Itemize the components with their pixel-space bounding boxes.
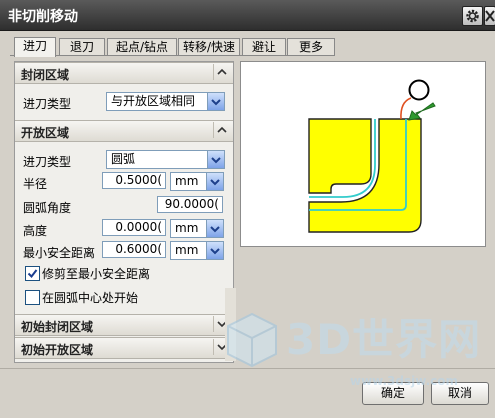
open-entry-type-row: 进刀类型 圆弧 [15, 150, 233, 170]
collapse-button[interactable] [213, 122, 230, 138]
title-bar: 非切削移动 [0, 0, 495, 31]
chevron-up-icon [217, 126, 227, 133]
height-input[interactable] [102, 219, 166, 236]
arc-center-checkbox[interactable] [25, 290, 40, 305]
section-title: 初始开放区域 [21, 343, 94, 357]
min-clearance-row: 最小安全距离 mm [15, 241, 233, 261]
select-value: 圆弧 [111, 152, 136, 166]
tab-underline [10, 55, 335, 56]
arc-angle-row: 圆弧角度 [15, 196, 233, 216]
tab-retract[interactable]: 退刀 [59, 38, 105, 56]
min-clearance-unit-select[interactable]: mm [170, 241, 224, 260]
chevron-down-icon [210, 179, 220, 186]
section-title: 封闭区域 [21, 68, 70, 82]
select-value: 与开放区域相同 [111, 94, 196, 108]
gear-icon [466, 9, 479, 23]
closed-entry-type-select[interactable]: 与开放区域相同 [106, 92, 225, 111]
tab-start-drill-points[interactable]: 起点/钻点 [107, 38, 177, 56]
closed-entry-type-row: 进刀类型 与开放区域相同 [15, 92, 233, 112]
collapse-button[interactable] [213, 64, 230, 80]
section-open-region[interactable]: 开放区域 [15, 120, 233, 142]
dropdown-button[interactable] [206, 242, 223, 259]
dropdown-button[interactable] [206, 173, 223, 190]
watermark: 3D世界网 www.3dsjw.com [200, 296, 495, 396]
tab-more[interactable]: 更多 [287, 38, 335, 56]
arc-angle-input[interactable] [157, 196, 223, 213]
chevron-down-icon [211, 99, 221, 106]
preview-image [240, 61, 486, 247]
height-unit-select[interactable]: mm [170, 219, 224, 238]
tab-avoidance[interactable]: 避让 [242, 38, 286, 56]
close-icon [485, 10, 495, 22]
tool-circle [408, 79, 430, 101]
entry-type-label: 进刀类型 [23, 155, 72, 169]
lead-in-arc [400, 97, 412, 120]
unit-value: mm [175, 243, 199, 257]
section-title: 开放区域 [21, 126, 70, 140]
min-clearance-input[interactable] [102, 241, 166, 258]
radius-row: 半径 mm [15, 172, 233, 192]
section-title: 初始封闭区域 [21, 320, 94, 334]
chevron-down-icon [211, 157, 221, 164]
chevron-up-icon [217, 68, 227, 75]
chevron-down-icon [210, 248, 220, 255]
part-region-small [308, 118, 372, 194]
dropdown-button[interactable] [207, 93, 224, 110]
radius-label: 半径 [23, 177, 48, 191]
height-row: 高度 mm [15, 219, 233, 239]
section-closed-region[interactable]: 封闭区域 [15, 62, 233, 84]
unit-value: mm [175, 174, 199, 188]
radius-unit-select[interactable]: mm [170, 172, 224, 191]
close-button[interactable] [484, 6, 495, 26]
height-label: 高度 [23, 224, 48, 238]
entry-type-label: 进刀类型 [23, 97, 72, 111]
dropdown-button[interactable] [207, 151, 224, 168]
arc-center-checkbox-label[interactable]: 在圆弧中心处开始 [42, 289, 138, 306]
window-title: 非切削移动 [8, 9, 78, 25]
trim-checkbox-label[interactable]: 修剪至最小安全距离 [42, 265, 150, 282]
dropdown-button[interactable] [206, 220, 223, 237]
open-entry-type-select[interactable]: 圆弧 [106, 150, 225, 169]
arc-entry-diagram [308, 79, 436, 233]
radius-input[interactable] [102, 172, 166, 189]
unit-value: mm [175, 221, 199, 235]
tab-transfer-rapid[interactable]: 转移/快速 [178, 38, 240, 56]
tab-engage[interactable]: 进刀 [14, 37, 56, 57]
settings-button[interactable] [462, 6, 483, 26]
watermark-brand: 3D世界网 [286, 315, 482, 364]
trim-checkbox[interactable] [25, 266, 40, 281]
chevron-down-icon [210, 226, 220, 233]
watermark-url: www.3dsjw.com [350, 374, 458, 388]
checkmark-icon [27, 269, 38, 279]
arc-angle-label: 圆弧角度 [23, 201, 72, 215]
min-clearance-label: 最小安全距离 [23, 246, 96, 260]
approach-arrow-icon [408, 102, 436, 121]
